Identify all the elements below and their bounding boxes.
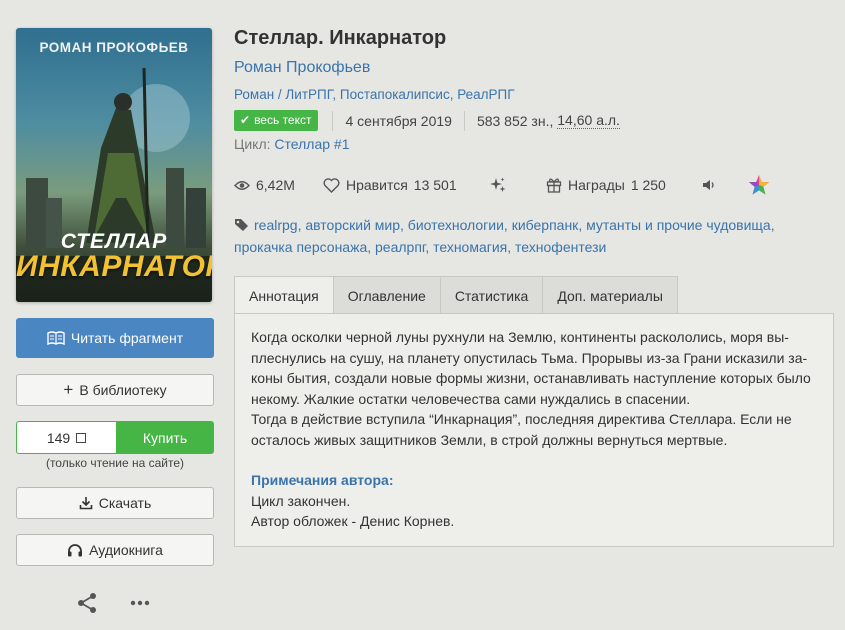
book-title: Стеллар. Инкарнатор — [234, 27, 447, 49]
tab-extra-materials[interactable]: Доп. материалы — [543, 276, 678, 314]
author-note: Автор обложек - Денис Корнев. — [251, 513, 455, 529]
book-meta: ✔ весь текст 4 сентября 2019 583 852 зн.… — [234, 110, 632, 131]
likes-label: Нравится — [346, 177, 408, 193]
rating-star-stat[interactable] — [748, 174, 770, 196]
audio-stat[interactable] — [702, 174, 716, 196]
annotation-panel: Когда осколки черной луны рухнули на Зем… — [234, 313, 834, 547]
annotation-text: Тогда в действие вступила “Инкарнация”, … — [251, 411, 792, 427]
audiobook-label: Аудиокнига — [89, 542, 163, 558]
download-label: Скачать — [98, 495, 152, 511]
colorful-star-icon — [749, 175, 769, 195]
cycle-number: #1 — [333, 136, 350, 152]
annotation-text: некому. Жалкие остатки человечества сами… — [251, 390, 691, 407]
tab-bar: Аннотация Оглавление Статистика Доп. мат… — [234, 276, 678, 314]
gift-icon — [546, 178, 562, 193]
views-stat: 6,42M — [234, 174, 295, 196]
eye-icon — [234, 180, 250, 190]
cover-title-line2: ИНКАРНАТОР — [16, 250, 212, 283]
stats-bar: 6,42M Нравится 13 501 Награды 1 250 — [234, 174, 774, 196]
awards-stat[interactable]: Награды 1 250 — [546, 174, 666, 196]
annotation-text: плеснулись на сушу, на планету опустилас… — [251, 349, 808, 366]
author-link[interactable]: Роман Прокофьев — [234, 59, 370, 77]
size-al[interactable]: 14,60 а.л. — [557, 112, 620, 129]
cover-author-text: РОМАН ПРОКОФЬЕВ — [39, 40, 189, 55]
sparkle-stat[interactable] — [490, 174, 506, 196]
cycle-label: Цикл: — [234, 136, 271, 152]
headphones-icon — [68, 544, 83, 557]
awards-label: Награды — [568, 177, 625, 193]
annotation-text: коны бытия, создали новые формы жизни, о… — [251, 370, 811, 386]
book-cover[interactable]: РОМАН ПРОКОФЬЕВ СТЕЛЛАР ИНКАРНАТОР — [16, 28, 212, 302]
tab-statistics[interactable]: Статистика — [440, 276, 544, 314]
size-chars: 583 852 зн., — [476, 112, 554, 129]
genre-list: Роман / ЛитРПГ, Постапокалипсис, РеалРПГ — [234, 87, 515, 102]
tag-link[interactable]: авторский мир — [305, 217, 400, 233]
tag-link[interactable]: реалрпг — [375, 239, 425, 255]
cycle-info: Цикл: Стеллар #1 — [234, 136, 350, 152]
plus-icon: + — [63, 380, 74, 399]
buy-group: 149 Купить — [16, 421, 214, 454]
download-icon — [79, 497, 93, 510]
publish-date: 4 сентября 2019 — [332, 110, 463, 131]
tab-contents[interactable]: Оглавление — [333, 276, 441, 314]
genre-link[interactable]: Постапокалипсис — [340, 87, 450, 102]
buy-note: (только чтение на сайте) — [45, 456, 185, 470]
read-fragment-button[interactable]: Читать фрагмент — [16, 318, 214, 358]
tag-link[interactable]: прокачка персонажа — [234, 239, 367, 255]
genre-link[interactable]: РеалРПГ — [457, 87, 514, 102]
book-open-icon — [47, 331, 65, 345]
check-icon: ✔ — [240, 113, 251, 127]
sparkle-icon — [490, 177, 506, 192]
tag-link[interactable]: мутанты и прочие чудовища — [586, 217, 771, 233]
tag-link[interactable]: биотехнологии — [408, 217, 504, 233]
price-value: 149 — [46, 429, 71, 446]
tag-list: realrpg, авторский мир, биотехнологии, к… — [234, 217, 775, 255]
add-to-library-label: В библиотеку — [79, 382, 167, 398]
speaker-icon — [703, 180, 714, 190]
bottom-actions — [76, 592, 150, 614]
genre-link[interactable]: Роман / ЛитРПГ — [234, 87, 332, 102]
currency-icon — [76, 432, 87, 443]
tab-annotation[interactable]: Аннотация — [234, 276, 334, 314]
status-badge: ✔ весь текст — [234, 110, 319, 131]
tags-icon — [235, 219, 248, 231]
buy-button[interactable]: Купить — [116, 421, 214, 454]
author-notes-title: Примечания автора: — [251, 472, 394, 488]
tag-link[interactable]: техномагия — [433, 239, 507, 255]
likes-count: 13 501 — [413, 177, 457, 193]
annotation-text: Когда осколки черной луны рухнули на Зем… — [251, 329, 789, 345]
add-to-library-button[interactable]: + В библиотеку — [16, 374, 214, 406]
download-button[interactable]: Скачать — [16, 487, 214, 519]
tag-link[interactable]: технофентези — [515, 239, 606, 255]
audiobook-button[interactable]: Аудиокнига — [16, 534, 214, 566]
share-icon[interactable] — [76, 592, 98, 614]
awards-count: 1 250 — [630, 177, 666, 193]
status-badge-label: весь текст — [254, 113, 312, 127]
book-size: 583 852 зн., 14,60 а.л. — [463, 110, 632, 131]
more-icon[interactable] — [130, 600, 150, 606]
read-fragment-label: Читать фрагмент — [70, 330, 184, 346]
author-note: Цикл закончен. — [251, 492, 351, 509]
views-count: 6,42M — [256, 177, 295, 193]
tag-link[interactable]: realrpg — [254, 217, 298, 233]
heart-icon — [323, 177, 340, 193]
tag-link[interactable]: киберпанк — [512, 217, 579, 233]
likes-stat[interactable]: Нравится 13 501 — [323, 174, 457, 196]
cycle-link[interactable]: Стеллар — [274, 136, 330, 152]
price-field[interactable]: 149 — [16, 421, 116, 454]
annotation-text: осталось живых защитников Земли, в строй… — [251, 431, 728, 448]
